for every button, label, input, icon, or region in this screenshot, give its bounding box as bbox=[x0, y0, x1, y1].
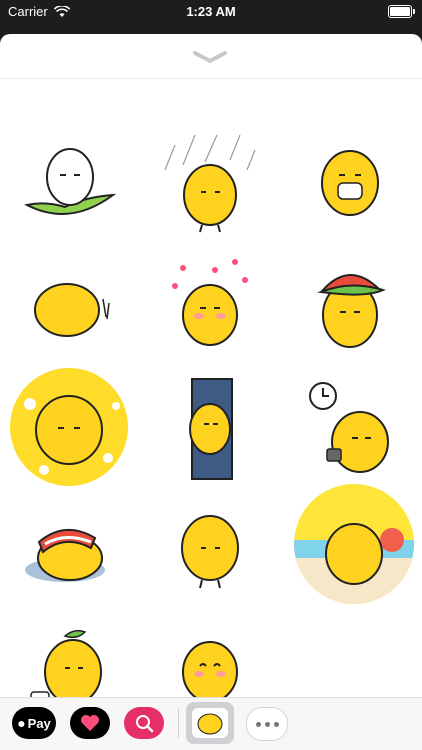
chick-standing-sticker[interactable] bbox=[150, 490, 270, 600]
status-bar: Carrier 1:23 AM bbox=[0, 0, 422, 22]
chick-rain-sticker[interactable] bbox=[150, 130, 270, 240]
more-apps-button[interactable] bbox=[246, 707, 288, 741]
sticker-art bbox=[24, 148, 117, 215]
heart-icon bbox=[81, 715, 99, 731]
more-dot-icon bbox=[264, 721, 270, 727]
apple-icon: ● bbox=[17, 715, 26, 731]
chick-on-leaf-sticker[interactable] bbox=[10, 130, 130, 240]
chick-door-sticker[interactable] bbox=[150, 374, 270, 484]
sticker-art bbox=[294, 484, 414, 604]
sticker-art bbox=[164, 134, 256, 233]
chick-mask-sticker[interactable] bbox=[290, 130, 410, 240]
chevron-down-icon[interactable] bbox=[192, 50, 228, 64]
apple-pay-button[interactable]: ● Pay bbox=[12, 707, 56, 739]
chick-app-icon bbox=[192, 708, 228, 738]
globe-search-icon bbox=[136, 715, 154, 733]
digital-touch-button[interactable] bbox=[70, 707, 110, 739]
apple-pay-label: Pay bbox=[27, 715, 51, 731]
chick-sleeping-sticker[interactable] bbox=[10, 490, 130, 600]
battery-icon bbox=[388, 5, 415, 18]
more-dot-icon bbox=[273, 721, 279, 727]
sticker-art bbox=[34, 283, 110, 337]
chick-cheese-sticker[interactable] bbox=[8, 366, 130, 488]
chick-sparkles-sticker[interactable] bbox=[150, 250, 270, 360]
clock: 1:23 AM bbox=[186, 4, 236, 19]
sticker-art bbox=[309, 382, 389, 473]
image-search-button[interactable] bbox=[124, 707, 164, 739]
chick-sticker-app-button[interactable] bbox=[186, 702, 234, 744]
chick-watermelon-hat-sticker[interactable] bbox=[290, 250, 410, 360]
chick-beach-sticker[interactable] bbox=[292, 482, 416, 606]
sticker-art bbox=[189, 378, 233, 480]
sticker-art bbox=[10, 368, 128, 486]
sticker-art bbox=[25, 528, 105, 582]
sheet-header bbox=[0, 34, 422, 79]
sticker-art bbox=[321, 150, 379, 216]
more-dot-icon bbox=[255, 721, 261, 727]
chick-clock-sticker[interactable] bbox=[290, 374, 410, 484]
sticker-art bbox=[317, 274, 386, 348]
dock-divider bbox=[178, 708, 179, 738]
sticker-art bbox=[181, 515, 239, 589]
sticker-sheet: ● Pay bbox=[0, 34, 422, 750]
app-drawer: ● Pay bbox=[0, 697, 422, 750]
chick-lying-sticker[interactable] bbox=[10, 250, 130, 360]
sticker-art bbox=[172, 259, 248, 346]
sticker-grid bbox=[0, 78, 422, 713]
